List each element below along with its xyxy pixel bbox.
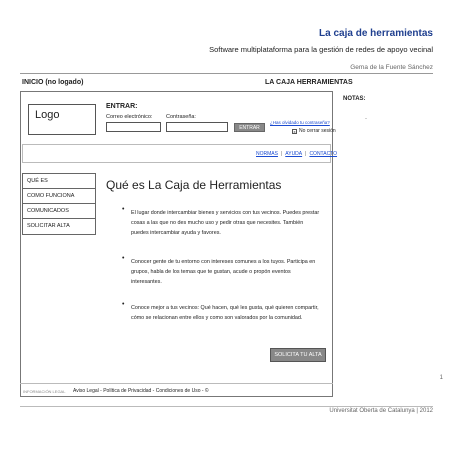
link-normas[interactable]: NORMAS [256, 151, 278, 157]
footer-links[interactable]: Aviso Legal - Política de Privacidad - C… [73, 388, 209, 394]
nav-item-que-es[interactable]: QUÉ ES [23, 174, 95, 189]
forgot-password-link[interactable]: ¿Has olvidado tu contraseña? [270, 120, 330, 125]
keep-session-checkbox[interactable]: x [292, 128, 297, 134]
app-name: LA CAJA HERRAMIENTAS [265, 79, 353, 86]
link-separator: | [280, 151, 283, 157]
password-label: Contraseña: [166, 114, 196, 120]
document-title: La caja de herramientas [319, 28, 433, 39]
document-credit: Universitat Oberta de Catalunya | 2012 [329, 408, 433, 414]
bullet-icon: • [122, 206, 125, 213]
email-field[interactable] [106, 122, 161, 132]
document-author: Gema de la Fuente Sánchez [350, 64, 433, 71]
page-name: INICIO (no logado) [22, 79, 84, 86]
footer-rule [20, 406, 433, 407]
bullet-text: Conoce mejor a tus vecinos: Qué hacen, q… [131, 305, 319, 321]
main-title: Qué es La Caja de Herramientas [106, 178, 282, 192]
bullet-icon: • [122, 255, 125, 262]
bullet-text: El lugar donde intercambiar bienes y ser… [131, 210, 320, 236]
request-signup-button[interactable]: SOLICITA TU ALTA [270, 348, 326, 362]
keep-session[interactable]: x No cerrar sesión [292, 128, 336, 134]
password-field[interactable] [166, 122, 228, 132]
bullet-text: Conocer gente de tu entorno con interese… [131, 259, 316, 285]
footer-label: INFORMACIÓN LEGAL [23, 389, 66, 394]
keep-session-label: No cerrar sesión [299, 128, 336, 134]
nav-item-solicitar-alta[interactable]: SOLICITAR ALTA [23, 219, 95, 234]
nav-item-como-funciona[interactable]: COMO FUNCIONA [23, 189, 95, 204]
nav-item-comunicados[interactable]: COMUNICADOS [23, 204, 95, 219]
link-ayuda[interactable]: AYUDA [285, 151, 302, 157]
login-title: ENTRAR: [106, 103, 138, 110]
notes-content: - [365, 116, 367, 122]
email-label: Correo electrónico: [106, 114, 153, 120]
notes-title: NOTAS: [343, 96, 366, 102]
link-separator: | [305, 151, 307, 157]
bullet-icon: • [122, 301, 125, 308]
header-rule [20, 73, 433, 74]
side-navigation: QUÉ ES COMO FUNCIONA COMUNICADOS SOLICIT… [22, 173, 96, 235]
document-subtitle: Software multiplataforma para la gestión… [209, 45, 433, 54]
logo[interactable]: Logo [28, 104, 96, 135]
enter-button[interactable]: ENTRAR [234, 123, 265, 132]
link-contacto[interactable]: CONTACTO [309, 151, 337, 157]
top-links: NORMAS | AYUDA | CONTACTO [256, 151, 337, 157]
page-number: 1 [439, 375, 443, 381]
